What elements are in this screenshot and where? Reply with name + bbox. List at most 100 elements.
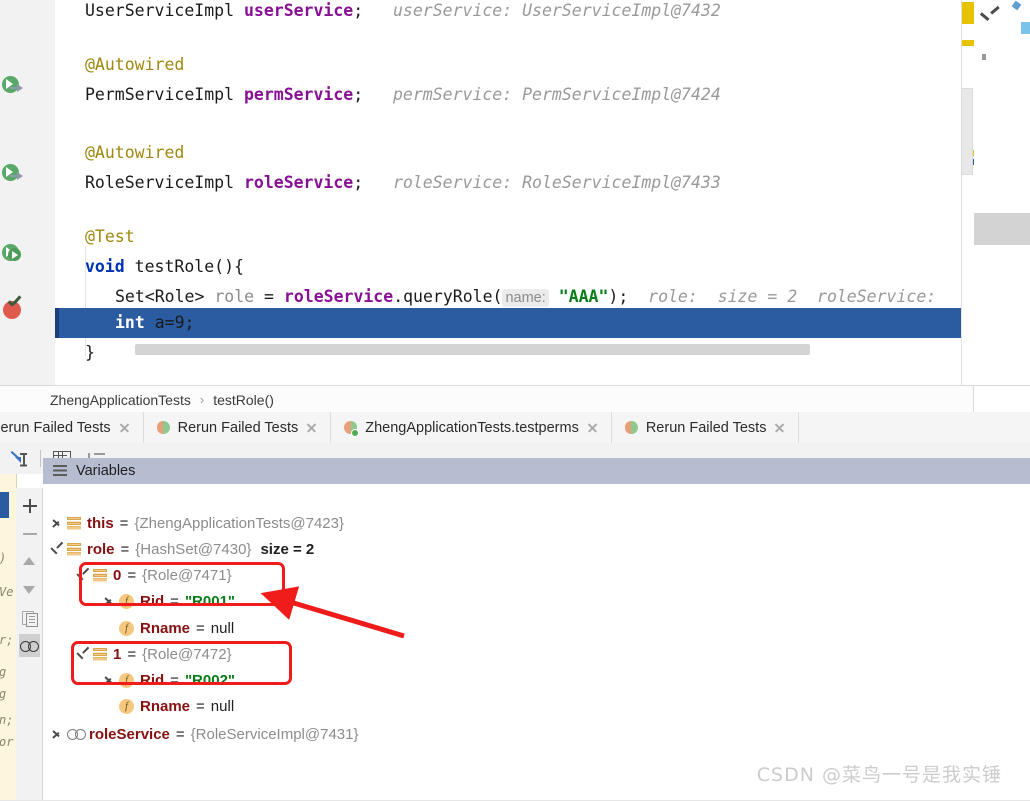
field-icon: f [119, 698, 134, 714]
variable-name: 1 [113, 645, 122, 663]
code-line[interactable]: int a=9; [115, 308, 194, 338]
code-token: PermServiceImpl [85, 85, 244, 104]
chevron-down-icon[interactable] [49, 542, 64, 557]
code-token: .queryRole( [393, 287, 503, 306]
run-test-method-icon[interactable] [2, 244, 24, 266]
editor-horizontal-scrollbar[interactable] [135, 344, 810, 355]
run-gutter-icon[interactable] [2, 164, 24, 186]
code-token: @Autowired [85, 143, 185, 162]
close-icon[interactable] [306, 422, 317, 433]
run-tab[interactable]: ZhengApplicationTests.testperms [331, 412, 612, 443]
code-line[interactable]: PermServiceImpl permService; permService… [85, 80, 721, 110]
watermark: CSDN @菜鸟一号是我实锤 [756, 764, 1002, 786]
equals-sign: = [127, 645, 137, 663]
breadcrumb-class[interactable]: ZhengApplicationTests [50, 392, 191, 408]
close-icon[interactable] [587, 422, 598, 433]
blue-accent-tick [1021, 22, 1030, 34]
add-watch-icon[interactable] [19, 494, 40, 517]
code-line[interactable]: } [85, 338, 95, 368]
watches-icon[interactable] [19, 634, 40, 657]
code-line[interactable]: @Autowired [85, 138, 184, 168]
object-icon [67, 516, 81, 530]
code-token: int [115, 313, 145, 332]
code-token: userService [243, 1, 354, 20]
chevron-right-icon[interactable] [101, 673, 116, 688]
variables-side-toolbar[interactable] [16, 488, 43, 801]
code-token: role: size = 2 roleService: [628, 287, 937, 306]
breadcrumb[interactable]: ZhengApplicationTests › testRole() [0, 385, 1030, 414]
object-icon [93, 647, 107, 661]
code-token: Set<Role> [115, 287, 215, 306]
code-token: testRole(){ [124, 257, 244, 276]
evaluate-expression-icon[interactable] [10, 448, 32, 470]
code-token: ); [608, 287, 629, 306]
variable-row[interactable]: f Rid = "R002" [101, 667, 235, 693]
variable-row[interactable]: f Rname = null [101, 615, 234, 641]
twisty-placeholder [101, 621, 116, 636]
variable-row[interactable]: this = {ZhengApplicationTests@7423} [49, 510, 344, 536]
test-failed-marker-icon[interactable] [3, 298, 24, 319]
variable-value: null [210, 619, 235, 637]
equals-sign: = [119, 514, 129, 532]
variables-tree[interactable]: this = {ZhengApplicationTests@7423} role = {H… [43, 488, 1030, 801]
variables-header[interactable]: Variables [43, 458, 1030, 484]
variable-name: role [87, 540, 115, 558]
variable-name: 0 [113, 566, 122, 584]
variable-value: {HashSet@7430} [135, 540, 252, 558]
editor-gutter[interactable] [28, 0, 76, 385]
code-token: permService [243, 85, 354, 104]
variable-value: {ZhengApplicationTests@7423} [134, 514, 344, 532]
editor-marker[interactable] [962, 40, 974, 46]
code-line[interactable]: @Test [85, 222, 135, 252]
chevron-right-icon[interactable] [101, 594, 116, 609]
chevron-down-icon[interactable] [981, 12, 997, 22]
code-content[interactable]: UserServiceImpl userService; userService… [55, 0, 962, 385]
code-token: roleService: RoleServiceImpl@7433 [363, 173, 721, 192]
move-down-icon[interactable] [19, 578, 40, 601]
code-token: a=9; [144, 313, 195, 332]
variable-name: roleService [89, 725, 170, 743]
code-token: roleService [243, 173, 354, 192]
code-token: = [254, 287, 284, 306]
equals-sign: = [196, 697, 205, 715]
close-icon[interactable] [119, 422, 130, 433]
chevron-right-icon[interactable] [49, 727, 64, 742]
run-tab[interactable]: Rerun Failed Tests [0, 412, 144, 443]
code-editor[interactable]: UserServiceImpl userService; userService… [0, 0, 1030, 385]
variable-name: Rid [140, 671, 165, 689]
variable-name: Rname [140, 697, 191, 715]
grey-panel-block [974, 213, 1030, 245]
chevron-right-icon[interactable] [49, 516, 64, 531]
chevron-down-icon[interactable] [75, 647, 90, 662]
glasses-icon [67, 728, 86, 741]
variable-row[interactable]: 0 = {Role@7471} [75, 562, 232, 588]
code-token: "AAA" [548, 287, 609, 306]
code-token: @Test [85, 227, 135, 246]
run-tab[interactable]: Rerun Failed Tests [143, 412, 332, 443]
copy-value-icon[interactable] [19, 606, 40, 629]
move-up-icon[interactable] [19, 550, 40, 573]
editor-marker[interactable] [962, 2, 974, 24]
editor-marker-bar[interactable] [961, 0, 974, 385]
code-token: UserServiceImpl [85, 1, 244, 20]
close-icon[interactable] [774, 422, 785, 433]
variable-value: {RoleServiceImpl@7431} [190, 725, 359, 743]
run-tab[interactable]: Rerun Failed Tests [611, 412, 800, 443]
variable-row[interactable]: roleService = {RoleServiceImpl@7431} [49, 721, 358, 747]
run-gutter-icon[interactable] [2, 76, 24, 98]
editor-vertical-scrollbar[interactable] [961, 88, 973, 175]
variable-row[interactable]: role = {HashSet@7430} size = 2 [49, 536, 314, 562]
code-line[interactable]: void testRole(){ [85, 252, 244, 282]
breadcrumb-separator: › [199, 392, 205, 407]
code-line[interactable]: @Autowired [85, 50, 184, 80]
code-line[interactable]: UserServiceImpl userService; userService… [85, 0, 721, 26]
breadcrumb-method[interactable]: testRole() [213, 392, 274, 408]
chevron-down-icon[interactable] [75, 568, 90, 583]
code-line[interactable]: RoleServiceImpl roleService; roleService… [85, 168, 721, 198]
variables-menu-icon[interactable] [53, 465, 67, 477]
remove-watch-icon[interactable] [19, 522, 40, 545]
run-tab-strip[interactable]: Rerun Failed Tests Rerun Failed Tests Zhen… [0, 412, 1030, 444]
variable-row[interactable]: 1 = {Role@7472} [75, 641, 232, 667]
variable-row[interactable]: f Rid = "R001" [101, 588, 235, 614]
variable-row[interactable]: f Rname = null [101, 693, 234, 719]
